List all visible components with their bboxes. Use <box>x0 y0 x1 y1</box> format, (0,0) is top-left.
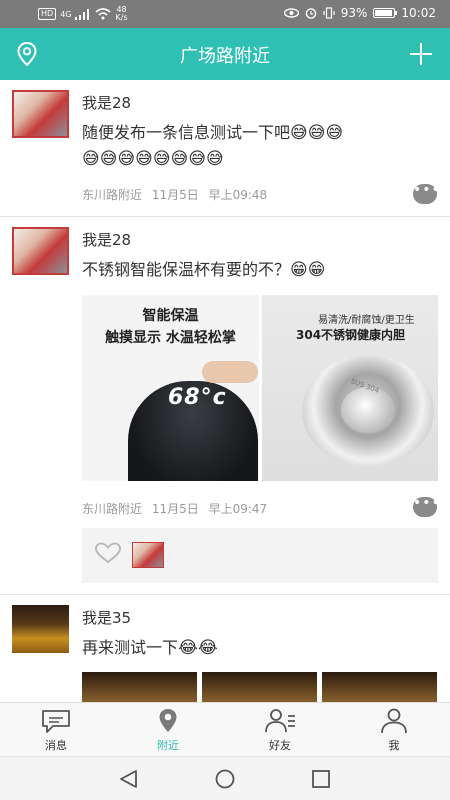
home-icon[interactable] <box>213 768 237 790</box>
image-caption-line: 触摸显示 水温轻松掌 <box>105 330 236 346</box>
post-username[interactable]: 我是35 <box>82 607 131 628</box>
image-caption-line: 304不锈钢健康内胆 <box>296 328 406 342</box>
post-username[interactable]: 我是28 <box>82 229 131 250</box>
image-caption-line: 智能保温 <box>142 308 199 324</box>
post-text: 再来测试一下😂😂 <box>82 635 432 661</box>
tab-label: 消息 <box>45 739 67 752</box>
avatar[interactable] <box>12 90 69 138</box>
post-text-body: 随便发布一条信息测试一下吧 <box>82 123 291 142</box>
post-meta: 东川路附近 11月5日 早上09:48 <box>82 186 267 203</box>
liker-avatar[interactable] <box>132 542 164 568</box>
post-image[interactable] <box>82 672 197 702</box>
post-image[interactable] <box>202 672 317 702</box>
image-caption: 智能保温 触摸显示 水温轻松掌 <box>82 305 259 349</box>
status-bar: HD 4G 48 K/s 93% 10:02 <box>0 0 450 28</box>
recent-apps-icon[interactable] <box>309 768 333 790</box>
cup-display-text: 68°c <box>168 385 227 410</box>
post-location: 东川路附近 <box>82 502 143 516</box>
back-icon[interactable] <box>116 768 140 790</box>
post-date: 11月5日 <box>151 502 199 516</box>
add-post-button[interactable] <box>406 39 436 69</box>
vibrate-icon <box>323 7 335 19</box>
signal-icon <box>75 8 90 20</box>
tab-me[interactable]: 我 <box>354 707 434 755</box>
tab-label: 我 <box>388 739 400 752</box>
emoji-group: 😁😁 <box>290 260 326 280</box>
tab-label: 好友 <box>269 739 291 752</box>
network-speed: 48 K/s <box>115 6 127 22</box>
post-image[interactable]: 智能保温 触摸显示 水温轻松掌 68°c <box>82 295 259 481</box>
post-time: 早上09:47 <box>208 502 268 516</box>
battery-percent: 93% <box>340 6 368 20</box>
post-meta: 东川路附近 11月5日 早上09:47 <box>82 500 267 517</box>
speed-unit: K/s <box>115 13 128 22</box>
heart-icon[interactable] <box>94 542 122 564</box>
message-icon <box>42 710 70 733</box>
avatar[interactable] <box>12 605 69 653</box>
post-time: 早上09:48 <box>208 188 268 202</box>
post-text: 不锈钢智能保温杯有要的不？😁😁 <box>82 257 432 283</box>
likes-panel <box>82 528 438 583</box>
eye-icon <box>283 8 299 18</box>
network-type: 4G <box>60 9 72 19</box>
post-image[interactable] <box>322 672 437 702</box>
tab-label: 附近 <box>157 739 179 752</box>
page-title: 广场路附近 <box>180 46 270 67</box>
post-feed[interactable]: 我是28 随便发布一条信息测试一下吧😅😅😅 😅😅😅😅😅😅😅😅 东川路附近 11月… <box>0 80 450 702</box>
alarm-icon <box>305 8 317 19</box>
post-username[interactable]: 我是28 <box>82 92 131 113</box>
tab-nearby[interactable]: 附近 <box>128 707 208 755</box>
post-text-body: 再来测试一下 <box>82 638 179 657</box>
more-options-button[interactable]: ••• <box>413 183 440 204</box>
user-icon <box>381 708 407 734</box>
clock: 10:02 <box>401 6 436 20</box>
status-right: 93% 10:02 <box>283 6 436 20</box>
image-caption-line: 易清洗/耐腐蚀/更卫生 <box>318 315 415 326</box>
tab-messages[interactable]: 消息 <box>16 707 96 755</box>
bottom-tab-bar: 消息 附近 好友 我 <box>0 702 450 756</box>
system-nav-bar <box>0 756 450 800</box>
post-image[interactable]: 易清洗/耐腐蚀/更卫生 304不锈钢健康内胆 SUS 304 <box>262 295 438 481</box>
emoji-group: 😅😅😅😅😅😅😅😅 <box>82 149 224 169</box>
hd-indicator: HD <box>38 8 57 20</box>
emoji-group: 😅😅😅 <box>290 123 344 143</box>
top-app-bar: 广场路附近 <box>0 28 450 80</box>
post-text: 随便发布一条信息测试一下吧😅😅😅 😅😅😅😅😅😅😅😅 <box>82 120 432 172</box>
tab-friends[interactable]: 好友 <box>240 707 320 755</box>
finger-shape <box>202 361 258 383</box>
post-item: 我是28 随便发布一条信息测试一下吧😅😅😅 😅😅😅😅😅😅😅😅 东川路附近 11月… <box>0 80 450 217</box>
avatar[interactable] <box>12 227 69 275</box>
location-pin-icon <box>159 709 177 732</box>
post-location: 东川路附近 <box>82 188 143 202</box>
lid-center-shape <box>341 387 395 433</box>
wifi-icon <box>95 8 112 20</box>
battery-fill <box>375 10 393 16</box>
friends-icon <box>265 709 295 733</box>
status-left: HD 4G 48 K/s <box>38 6 128 22</box>
emoji-group: 😂😂 <box>178 638 218 658</box>
post-text-body: 不锈钢智能保温杯有要的不？ <box>82 260 291 279</box>
battery-icon <box>373 8 398 18</box>
post-date: 11月5日 <box>151 188 199 202</box>
more-options-button[interactable]: ••• <box>413 496 440 517</box>
